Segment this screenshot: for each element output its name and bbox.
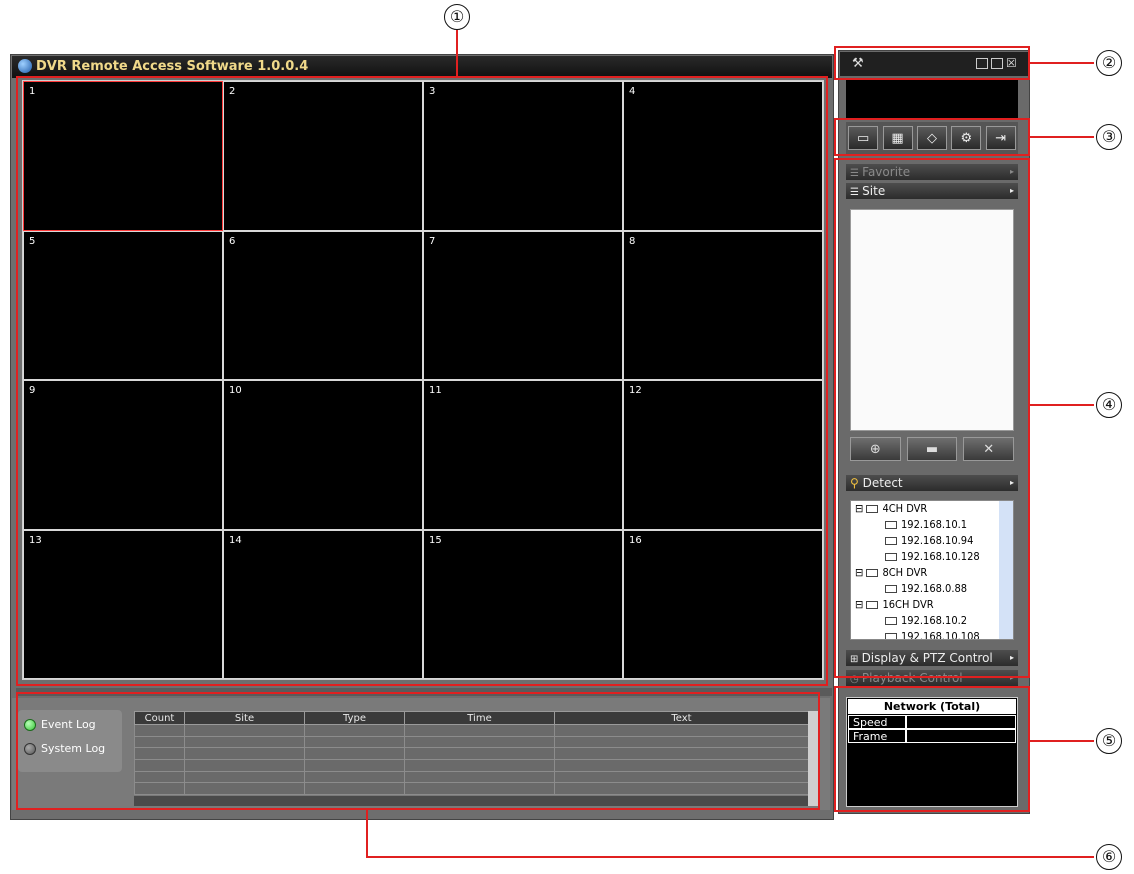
callout-5: ⑤ xyxy=(1096,728,1122,754)
callout-4: ④ xyxy=(1096,392,1122,418)
callout-3: ③ xyxy=(1096,124,1122,150)
callout-2: ② xyxy=(1096,50,1122,76)
callout-box-2 xyxy=(834,46,1030,80)
callout-line-1 xyxy=(456,30,458,76)
callout-box-3 xyxy=(834,118,1030,156)
callout-line-5 xyxy=(1030,740,1094,742)
callout-6: ⑥ xyxy=(1096,844,1122,870)
callout-box-4 xyxy=(834,158,1030,678)
preview-area xyxy=(846,80,1018,118)
app-title: DVR Remote Access Software 1.0.0.4 xyxy=(36,59,309,74)
callout-line-6b xyxy=(366,856,1094,858)
callout-line-2 xyxy=(1030,62,1094,64)
callout-line-4 xyxy=(1030,404,1094,406)
app-globe-icon xyxy=(18,59,32,73)
callout-box-5 xyxy=(834,686,1030,812)
callout-line-3 xyxy=(1030,136,1094,138)
callout-box-1 xyxy=(16,76,828,686)
callout-line-6a xyxy=(366,810,368,858)
callout-box-6 xyxy=(16,692,820,810)
callout-1: ① xyxy=(444,4,470,30)
